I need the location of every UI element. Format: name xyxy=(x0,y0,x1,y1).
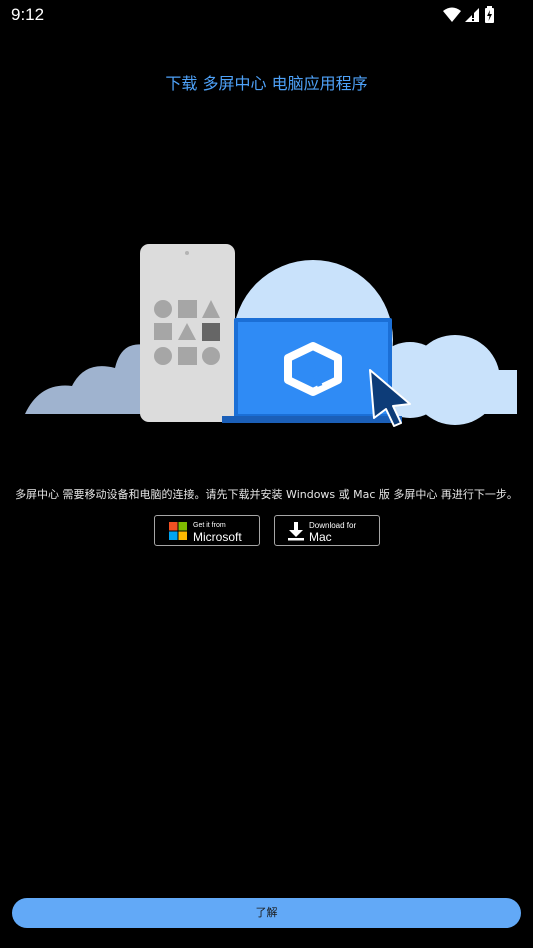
phone-illustration xyxy=(140,244,235,422)
get-from-microsoft-button[interactable]: Get it from Microsoft xyxy=(154,515,260,546)
description-text: 多屏中心 需要移动设备和电脑的连接。请先下载并安装 Windows 或 Mac … xyxy=(15,488,518,501)
microsoft-button-big-text: Microsoft xyxy=(193,530,242,544)
battery-charging-icon xyxy=(485,6,494,23)
status-bar: 9:12 xyxy=(0,0,533,30)
download-icon xyxy=(288,522,304,541)
wifi-icon xyxy=(443,7,461,22)
mac-button-small-text: Download for xyxy=(309,521,357,530)
got-it-button[interactable]: 了解 xyxy=(12,898,521,928)
microsoft-button-small-text: Get it from xyxy=(193,522,226,529)
status-time: 9:12 xyxy=(11,5,45,24)
microsoft-logo-icon xyxy=(169,522,187,540)
cellular-signal-icon xyxy=(465,8,479,22)
download-for-mac-button[interactable]: Download for Mac xyxy=(274,515,380,546)
status-icons xyxy=(443,5,503,25)
page-title: 下载 多屏中心 电脑应用程序 xyxy=(165,74,368,93)
mac-button-big-text: Mac xyxy=(309,530,332,544)
connect-devices-illustration xyxy=(0,230,533,430)
